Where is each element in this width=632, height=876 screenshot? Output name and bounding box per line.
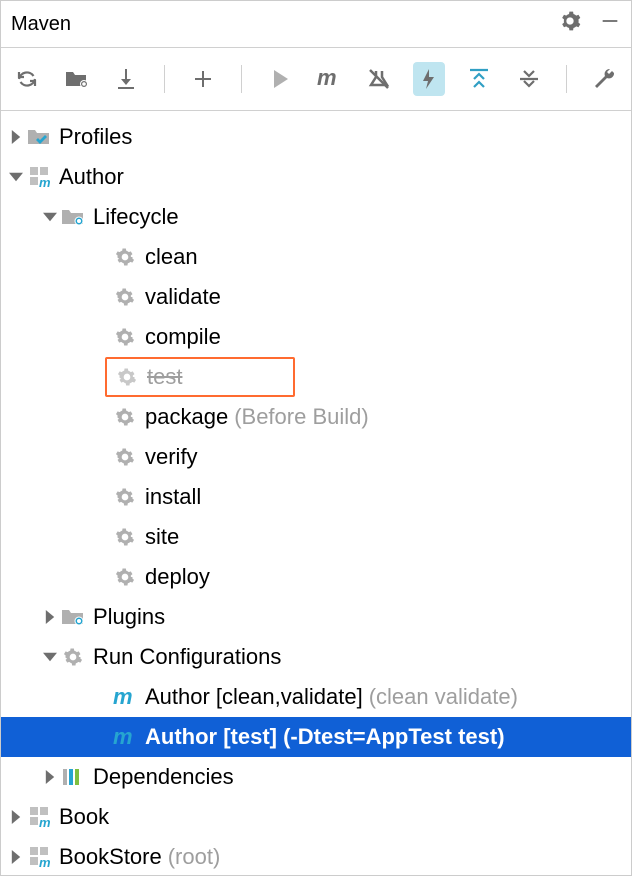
chevron-right-icon[interactable] xyxy=(7,810,25,824)
tree-item-dependencies[interactable]: Dependencies xyxy=(1,757,631,797)
tree-label: Profiles xyxy=(59,124,132,150)
tree-label: verify xyxy=(145,444,198,470)
tree-item-profiles[interactable]: Profiles xyxy=(1,117,631,157)
tree-item-run-configurations[interactable]: Run Configurations xyxy=(1,637,631,677)
panel-title: Maven xyxy=(11,13,559,36)
svg-text:m: m xyxy=(113,686,133,708)
tree-item-runconfig-clean-validate[interactable]: m Author [clean,validate] (clean validat… xyxy=(1,677,631,717)
collapse-down-icon[interactable] xyxy=(513,62,545,96)
folder-gear-icon xyxy=(59,207,87,227)
tree-item-validate[interactable]: validate xyxy=(1,277,631,317)
tree-label: clean xyxy=(145,244,198,270)
maven-module-icon: m xyxy=(25,806,53,828)
tree-label: deploy xyxy=(145,564,210,590)
gear-icon xyxy=(59,647,87,667)
panel-header: Maven xyxy=(1,1,631,48)
minimize-icon[interactable] xyxy=(599,10,621,38)
maven-m-icon: m xyxy=(111,726,139,748)
folder-gear-icon xyxy=(59,607,87,627)
add-icon[interactable] xyxy=(187,62,219,96)
tree-item-compile[interactable]: compile xyxy=(1,317,631,357)
maven-module-icon: m xyxy=(25,166,53,188)
gear-icon xyxy=(111,567,139,587)
tree-label: Author [test] (-Dtest=AppTest test) xyxy=(145,724,505,750)
tree-item-book[interactable]: m Book xyxy=(1,797,631,837)
tree-item-install[interactable]: install xyxy=(1,477,631,517)
gear-icon xyxy=(111,487,139,507)
refresh-icon[interactable] xyxy=(11,62,43,96)
chevron-right-icon[interactable] xyxy=(7,130,25,144)
gear-icon xyxy=(111,287,139,307)
wrench-icon[interactable] xyxy=(589,62,621,96)
svg-text:m: m xyxy=(317,68,337,90)
svg-text:m: m xyxy=(39,815,50,828)
svg-text:m: m xyxy=(39,855,50,868)
tree-label: package xyxy=(145,404,228,430)
chevron-down-icon[interactable] xyxy=(41,210,59,224)
tree-item-author[interactable]: m Author xyxy=(1,157,631,197)
tree-item-runconfig-test[interactable]: m Author [test] (-Dtest=AppTest test) xyxy=(1,717,631,757)
tree-label: validate xyxy=(145,284,221,310)
settings-icon[interactable] xyxy=(559,10,581,38)
tree-label: Dependencies xyxy=(93,764,234,790)
maven-m-icon[interactable]: m xyxy=(314,62,346,96)
tree-annotation: (Before Build) xyxy=(234,404,369,430)
tree-label: compile xyxy=(145,324,221,350)
tree-item-site[interactable]: site xyxy=(1,517,631,557)
svg-text:m: m xyxy=(39,175,50,188)
tree-label: Plugins xyxy=(93,604,165,630)
svg-text:m: m xyxy=(113,726,133,748)
tree-label: Lifecycle xyxy=(93,204,179,230)
gear-icon xyxy=(111,407,139,427)
chevron-down-icon[interactable] xyxy=(41,650,59,664)
tree-label: Run Configurations xyxy=(93,644,281,670)
tree-item-deploy[interactable]: deploy xyxy=(1,557,631,597)
maven-m-icon: m xyxy=(111,686,139,708)
toolbar: m xyxy=(1,48,631,111)
tree-item-bookstore[interactable]: m BookStore (root) xyxy=(1,837,631,875)
gear-icon xyxy=(113,367,141,387)
tree-label: install xyxy=(145,484,201,510)
offline-mode-icon[interactable] xyxy=(413,62,445,96)
maven-module-icon: m xyxy=(25,846,53,868)
gear-icon xyxy=(111,527,139,547)
tree-item-lifecycle[interactable]: Lifecycle xyxy=(1,197,631,237)
chevron-right-icon[interactable] xyxy=(41,610,59,624)
tree-annotation: (root) xyxy=(168,844,221,870)
tree-label: Book xyxy=(59,804,109,830)
tree-item-test[interactable]: test xyxy=(105,357,295,397)
gear-icon xyxy=(111,447,139,467)
tree-label: Author xyxy=(59,164,124,190)
tree-label: test xyxy=(147,364,182,390)
library-icon xyxy=(59,767,87,787)
tree-item-plugins[interactable]: Plugins xyxy=(1,597,631,637)
tree-item-clean[interactable]: clean xyxy=(1,237,631,277)
tree-item-package[interactable]: package (Before Build) xyxy=(1,397,631,437)
download-icon[interactable] xyxy=(111,62,143,96)
run-icon[interactable] xyxy=(264,62,296,96)
tree-label: Author [clean,validate] xyxy=(145,684,363,710)
chevron-down-icon[interactable] xyxy=(7,170,25,184)
chevron-right-icon[interactable] xyxy=(41,770,59,784)
gear-icon xyxy=(111,327,139,347)
chevron-right-icon[interactable] xyxy=(7,850,25,864)
folder-check-icon xyxy=(25,127,53,147)
tree-label: site xyxy=(145,524,179,550)
skip-tests-icon[interactable] xyxy=(363,62,395,96)
tree-annotation: (clean validate) xyxy=(369,684,518,710)
tree-item-verify[interactable]: verify xyxy=(1,437,631,477)
maven-tree[interactable]: Profiles m Author Lifecycle clean valida… xyxy=(1,111,631,875)
tree-label: BookStore xyxy=(59,844,162,870)
collapse-up-icon[interactable] xyxy=(463,62,495,96)
gear-icon xyxy=(111,247,139,267)
folder-gear-icon[interactable] xyxy=(61,62,93,96)
